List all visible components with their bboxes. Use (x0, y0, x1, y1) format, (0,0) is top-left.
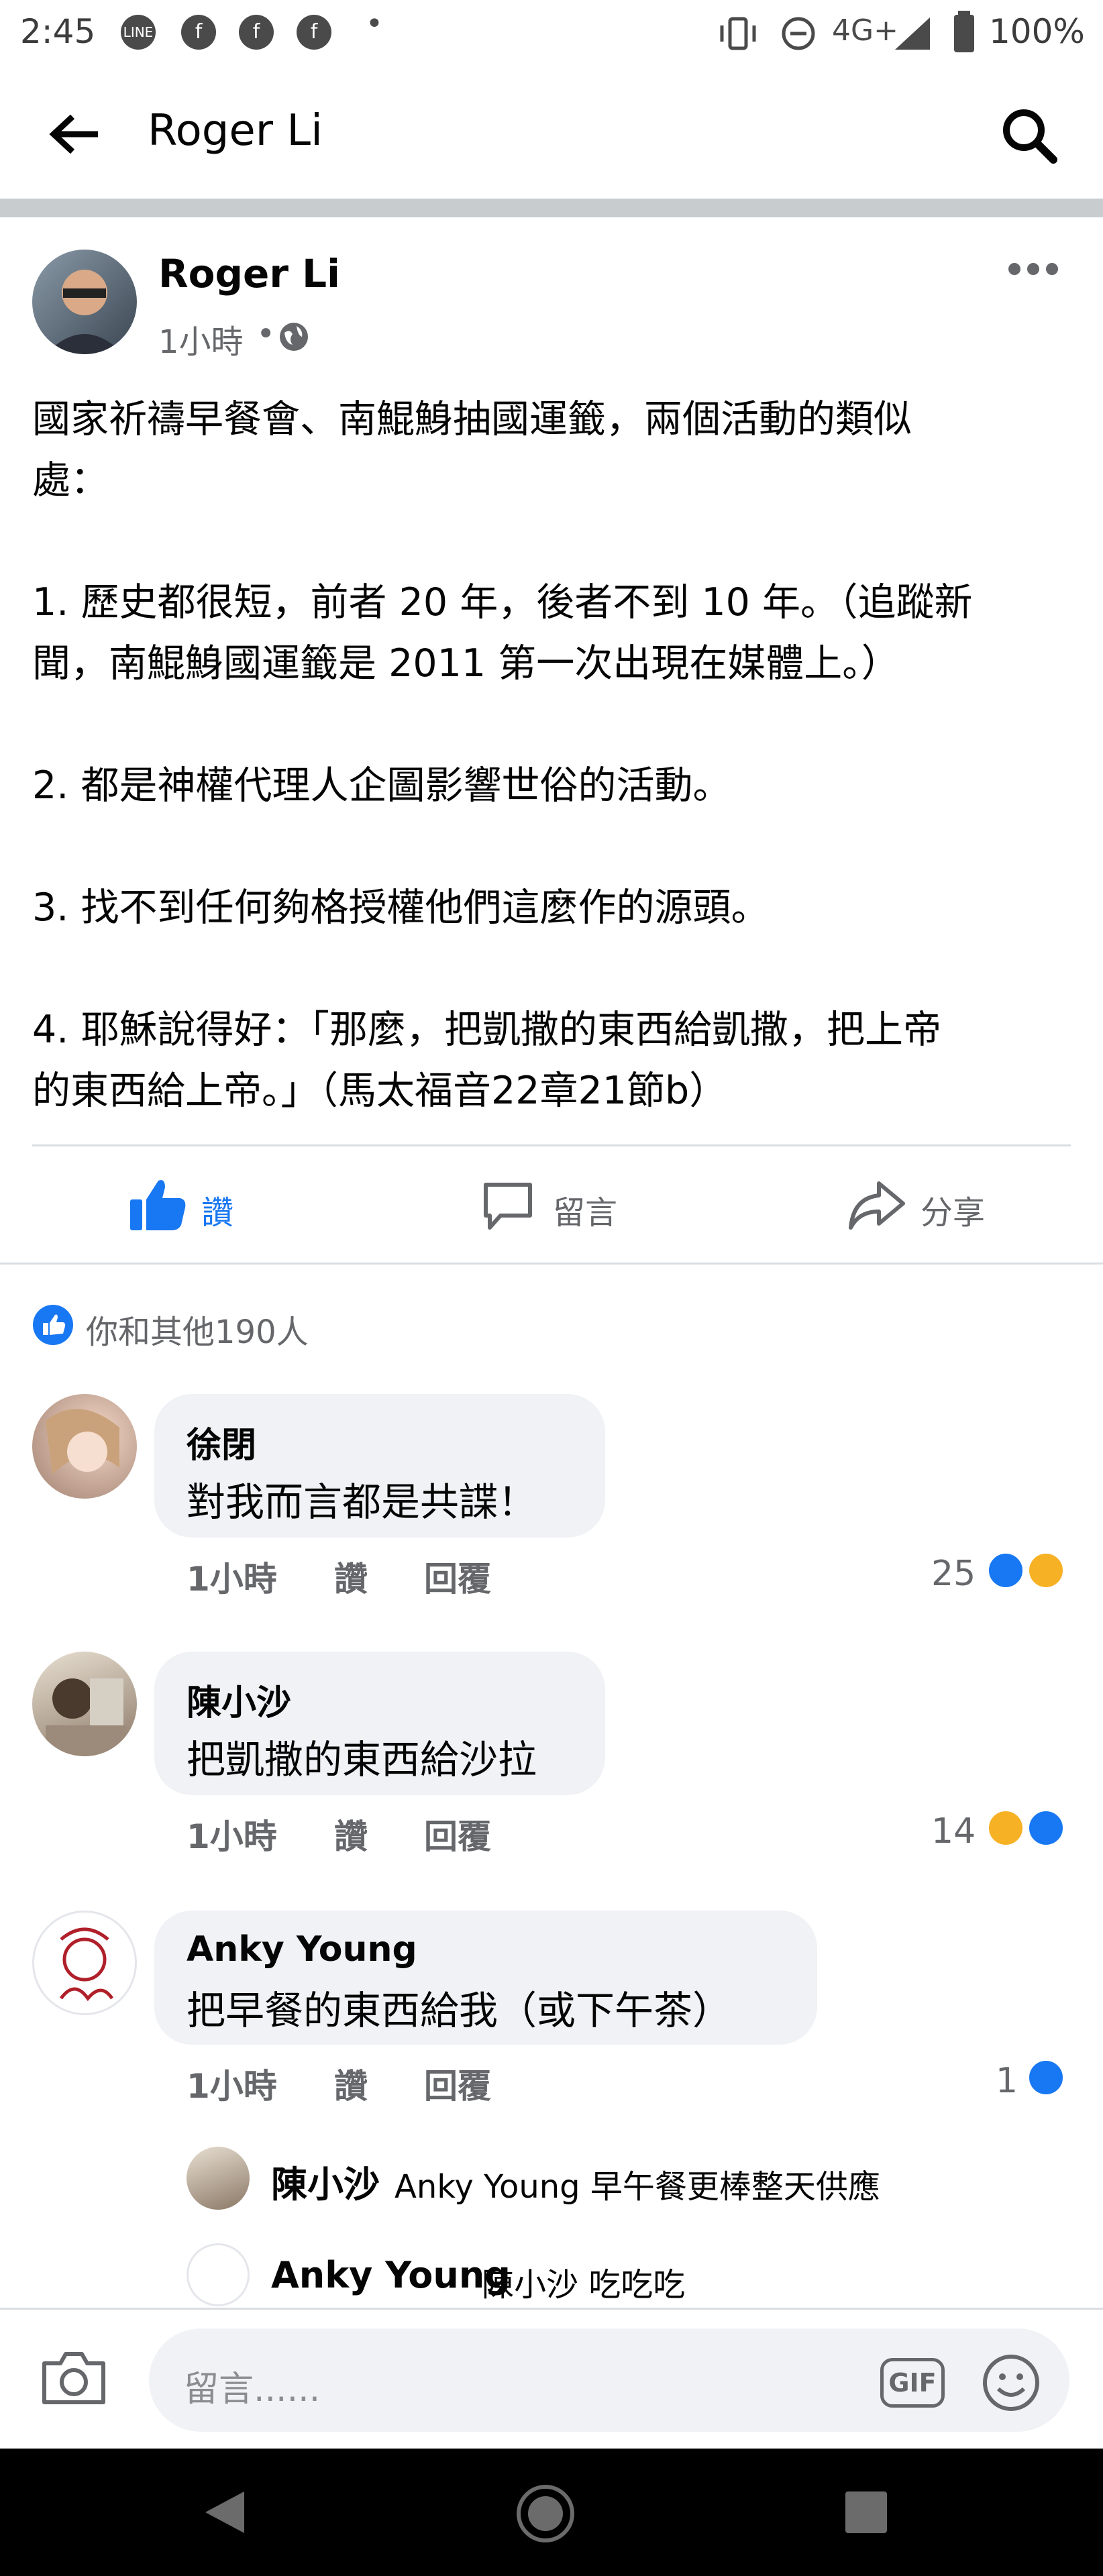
emoji-icon[interactable] (981, 2353, 1041, 2413)
like-button[interactable]: 讚 (121, 1173, 295, 1240)
haha-reaction-icon (1027, 1551, 1065, 1590)
comment-text: 把凱撒的東西給沙拉 (187, 1737, 537, 1782)
like-reaction-icon (1027, 2058, 1065, 2097)
recents-nav-icon[interactable] (843, 2489, 890, 2536)
comment-button[interactable]: 留言 (480, 1173, 655, 1240)
status-bar: 2:45 LINE f f f • 4G+ 100% (0, 0, 1103, 67)
signal-icon (895, 17, 930, 50)
like-reaction-icon (1027, 1809, 1065, 1847)
reply-text: 陳小沙 吃吃吃 (482, 2266, 686, 2304)
comment-author[interactable]: 徐閉 (187, 1417, 256, 1467)
comment-reaction-count[interactable]: 25 (931, 1554, 976, 1594)
commenter-avatar[interactable] (32, 1911, 137, 2015)
gif-label: GIF (888, 2368, 937, 2398)
like-reaction-icon (33, 1305, 73, 1345)
reply-author[interactable]: Anky Young (271, 2254, 511, 2296)
reply-avatar[interactable] (187, 2243, 250, 2306)
vibrate-icon (720, 17, 756, 50)
reply-author[interactable]: 陳小沙 (271, 2155, 380, 2208)
comment-composer: 留言...... GIF (0, 2308, 1103, 2451)
comment-text: 對我而言都是共諜！ (187, 1479, 537, 1525)
post-body: 國家祈禱早餐會、南鯤鯓抽國運籤，兩個活動的類似 處： 1. 歷史都很短，前者 2… (32, 397, 973, 1113)
meta-separator: • (256, 315, 276, 353)
globe-icon (280, 323, 308, 351)
comment-reaction-count[interactable]: 14 (931, 1811, 976, 1851)
comment-like-button[interactable]: 讚 (334, 1552, 368, 1601)
network-type: 4G+ (832, 13, 898, 48)
comment-author[interactable]: 陳小沙 (187, 1674, 291, 1725)
facebook-notification-icon: f (181, 15, 216, 50)
header-separator (0, 199, 1103, 217)
status-time: 2:45 (20, 12, 96, 51)
comment-label: 留言 (553, 1194, 618, 1232)
comment-text: 把早餐的東西給我（或下午茶） (187, 1988, 732, 2033)
reply-avatar[interactable] (187, 2147, 250, 2210)
more-notifications-dot: • (366, 7, 383, 41)
home-nav-icon[interactable] (515, 2483, 576, 2544)
facebook-notification-icon: f (239, 15, 274, 50)
battery-icon (954, 11, 974, 52)
haha-reaction-icon (986, 1809, 1025, 1847)
like-label: 讚 (201, 1194, 234, 1232)
battery-percent: 100% (989, 12, 1085, 51)
search-icon[interactable] (1001, 107, 1057, 164)
comment-like-button[interactable]: 讚 (334, 2059, 368, 2108)
actions-divider (0, 1263, 1103, 1265)
reactions-text: 你和其他190人 (86, 1313, 309, 1351)
comment-reaction-count[interactable]: 1 (996, 2061, 1018, 2101)
comment-author[interactable]: Anky Young (187, 1929, 417, 1970)
share-label: 分享 (921, 1194, 986, 1232)
commenter-avatar[interactable] (32, 1394, 137, 1499)
comment-input[interactable]: 留言...... GIF (149, 2328, 1069, 2432)
post-time[interactable]: 1小時 (158, 315, 244, 362)
gif-button[interactable]: GIF (880, 2358, 945, 2408)
header-title: Roger Li (148, 106, 323, 156)
comment-input-placeholder: 留言...... (184, 2369, 321, 2410)
like-reaction-icon (986, 1551, 1025, 1590)
comment-bubble-icon (484, 1183, 532, 1230)
commenter-avatar[interactable] (32, 1652, 137, 1756)
share-button[interactable]: 分享 (847, 1173, 1021, 1240)
comment-time: 1小時 (187, 1817, 277, 1856)
comment-time: 1小時 (187, 2067, 277, 2106)
comment-reply-button[interactable]: 回覆 (424, 1552, 491, 1601)
back-nav-icon[interactable] (201, 2489, 248, 2536)
comment-reply-button[interactable]: 回覆 (424, 2059, 491, 2108)
share-arrow-icon (849, 1181, 905, 1230)
camera-icon[interactable] (40, 2349, 107, 2406)
comment-bubble[interactable]: Anky Young 把早餐的東西給我（或下午茶） (154, 1911, 817, 2045)
system-navigation-bar (0, 2449, 1103, 2576)
author-avatar[interactable] (32, 250, 137, 354)
comment-bubble[interactable]: 徐閉 對我而言都是共諜！ (154, 1394, 605, 1538)
reactions-summary[interactable]: 你和其他190人 (32, 1301, 435, 1351)
line-app-icon: LINE (121, 15, 156, 50)
comment-bubble[interactable]: 陳小沙 把凱撒的東西給沙拉 (154, 1652, 605, 1795)
reply-text: Anky Young 早午餐更棒整天供應 (395, 2168, 880, 2206)
comment-time: 1小時 (187, 1560, 277, 1599)
more-options-icon[interactable] (1006, 259, 1060, 279)
comment-like-button[interactable]: 讚 (334, 1810, 368, 1858)
back-arrow-icon[interactable] (48, 114, 102, 154)
facebook-notification-icon: f (297, 15, 331, 50)
thumbs-up-icon (130, 1180, 186, 1230)
app-header: Roger Li (0, 67, 1103, 199)
do-not-disturb-icon (782, 17, 815, 50)
comment-reply-button[interactable]: 回覆 (424, 1810, 491, 1858)
post-author-name[interactable]: Roger Li (158, 251, 340, 297)
post-divider (32, 1144, 1071, 1146)
